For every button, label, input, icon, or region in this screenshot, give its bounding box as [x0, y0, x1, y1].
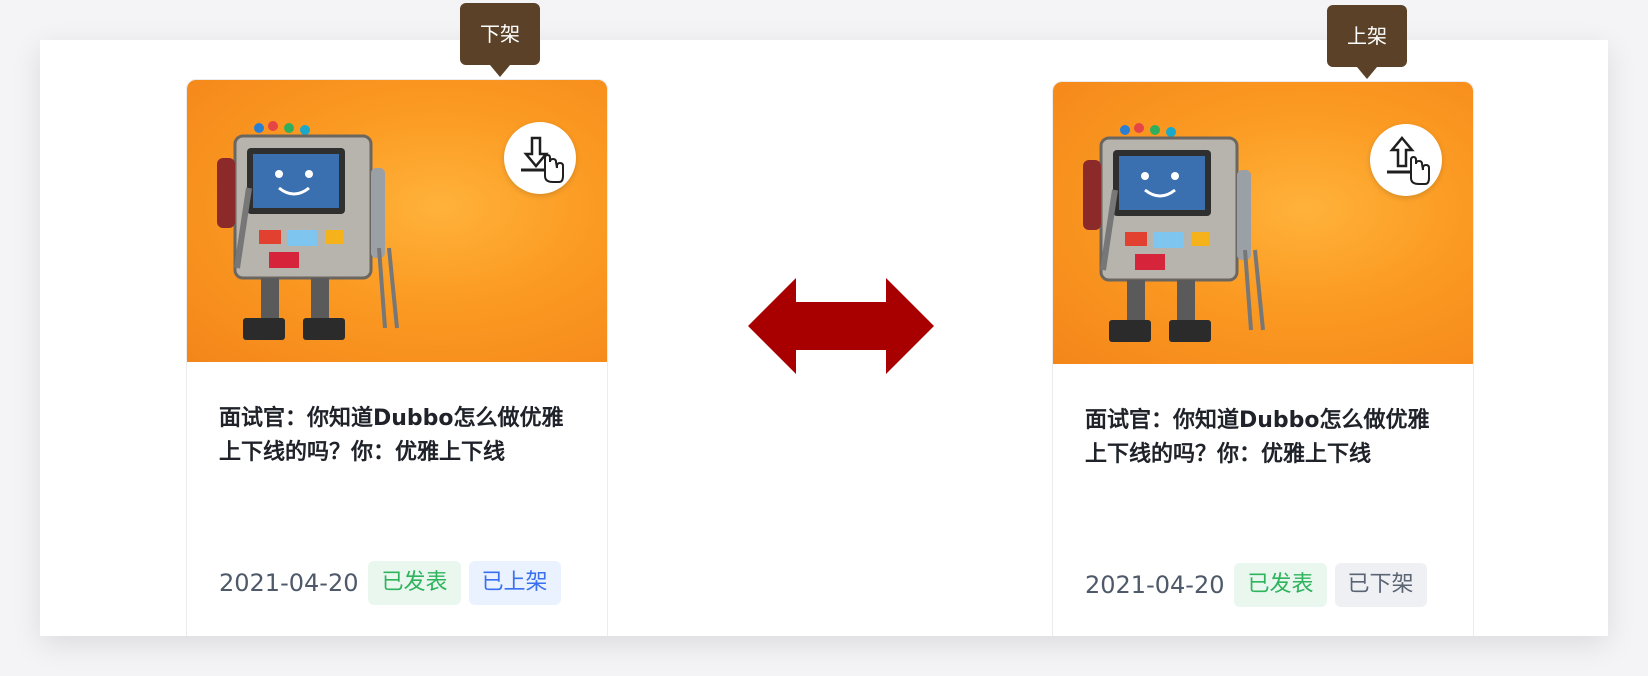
article-card-published[interactable]: 面试官：你知道Dubbo怎么做优雅上下线的吗？你：优雅上下线 2021-04-2…: [186, 79, 608, 636]
take-down-button[interactable]: [504, 122, 576, 194]
status-badge-published: 已发表: [1234, 563, 1327, 607]
comparison-panel: 面试官：你知道Dubbo怎么做优雅上下线的吗？你：优雅上下线 2021-04-2…: [40, 40, 1608, 636]
tooltip-take-down: 下架: [460, 3, 540, 77]
publish-date: 2021-04-20: [1085, 571, 1225, 599]
article-cover-image: [187, 80, 607, 362]
status-badge-published: 已发表: [368, 561, 461, 605]
article-meta: 2021-04-20 已发表 已下架: [1085, 562, 1427, 608]
upload-icon: [1387, 136, 1430, 185]
robot-illustration: [217, 121, 399, 340]
article-title[interactable]: 面试官：你知道Dubbo怎么做优雅上下线的吗？你：优雅上下线: [1085, 404, 1445, 472]
download-icon: [521, 136, 564, 183]
double-arrow-icon: [748, 278, 934, 374]
tooltip-put-on-shelf: 上架: [1327, 5, 1407, 79]
article-title[interactable]: 面试官：你知道Dubbo怎么做优雅上下线的吗？你：优雅上下线: [219, 402, 579, 470]
article-meta: 2021-04-20 已发表 已上架: [219, 560, 561, 606]
put-on-shelf-button[interactable]: [1370, 124, 1442, 196]
article-cover-image: [1053, 82, 1473, 364]
robot-illustration: [1083, 123, 1265, 342]
status-badge-unlisted: 已下架: [1334, 563, 1427, 607]
publish-date: 2021-04-20: [219, 569, 359, 597]
status-badge-listed: 已上架: [468, 561, 561, 605]
article-card-unlisted[interactable]: 面试官：你知道Dubbo怎么做优雅上下线的吗？你：优雅上下线 2021-04-2…: [1052, 81, 1474, 636]
